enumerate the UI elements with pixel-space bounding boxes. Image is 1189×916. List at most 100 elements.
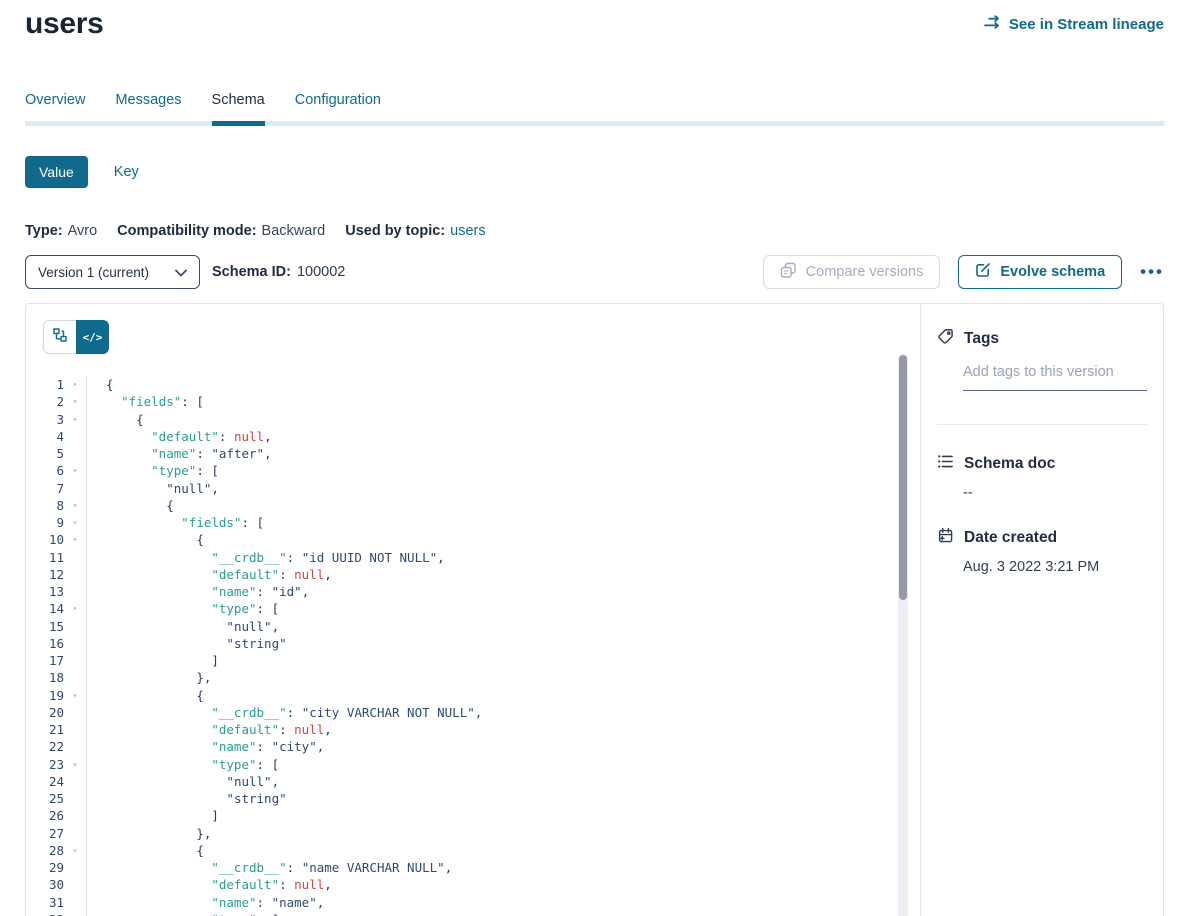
code-line: 18 }, [26, 669, 920, 686]
evolve-schema-button[interactable]: Evolve schema [958, 255, 1122, 289]
code-line: 22 "name": "city", [26, 738, 920, 755]
tab-configuration[interactable]: Configuration [295, 92, 381, 121]
line-number: 16 [26, 635, 64, 652]
code-line: 32▾ "type": [ [26, 911, 920, 916]
key-tab-button[interactable]: Key [114, 164, 139, 180]
schema-doc-title: Schema doc [964, 455, 1055, 473]
fold-spacer [64, 790, 86, 807]
line-number: 3 [26, 411, 64, 428]
code-line: 29 "__crdb__": "name VARCHAR NULL", [26, 859, 920, 876]
schema-id: Schema ID: 100002 [212, 264, 345, 280]
fold-arrow-icon[interactable]: ▾ [64, 411, 86, 428]
code-line: 3▾ { [26, 411, 920, 428]
tags-section-header: Tags [937, 328, 1147, 350]
code-line: 27 }, [26, 825, 920, 842]
code-line-text: "string" [86, 635, 920, 652]
code-line: 1▾{ [26, 376, 920, 393]
line-number: 25 [26, 790, 64, 807]
code-line-text: "type": [ [86, 911, 920, 916]
schema-doc-section-header: Schema doc [937, 453, 1147, 475]
fold-spacer [64, 669, 86, 686]
fold-arrow-icon[interactable]: ▾ [64, 376, 86, 393]
schema-id-label: Schema ID: [212, 264, 291, 280]
fold-spacer [64, 704, 86, 721]
code-editor[interactable]: 1▾{2▾ "fields": [3▾ {4 "default": null,5… [26, 354, 920, 916]
fold-spacer [64, 807, 86, 824]
code-line: 12 "default": null, [26, 566, 920, 583]
fold-arrow-icon[interactable]: ▾ [64, 393, 86, 410]
fold-arrow-icon[interactable]: ▾ [64, 462, 86, 479]
more-actions-button[interactable]: ••• [1140, 255, 1164, 289]
code-line-text: "null", [86, 773, 920, 790]
code-line-text: ] [86, 807, 920, 824]
code-line-text: { [86, 687, 920, 704]
line-number: 14 [26, 600, 64, 617]
fold-spacer [64, 480, 86, 497]
fold-arrow-icon[interactable]: ▾ [64, 497, 86, 514]
code-line: 24 "null", [26, 773, 920, 790]
tab-overview[interactable]: Overview [25, 92, 85, 121]
fold-arrow-icon[interactable]: ▾ [64, 514, 86, 531]
line-number: 22 [26, 738, 64, 755]
evolve-schema-label: Evolve schema [1000, 264, 1105, 280]
schema-code-pane: </> 1▾{2▾ "fields": [3▾ {4 "default": nu… [26, 304, 920, 916]
fold-spacer [64, 876, 86, 893]
code-line: 19▾ { [26, 687, 920, 704]
code-line-text: "type": [ [86, 462, 920, 479]
compare-versions-icon [780, 262, 797, 283]
compare-versions-button[interactable]: Compare versions [763, 255, 941, 289]
line-number: 7 [26, 480, 64, 497]
code-line: 23▾ "type": [ [26, 756, 920, 773]
code-line: 31 "name": "name", [26, 894, 920, 911]
code-line: 2▾ "fields": [ [26, 393, 920, 410]
fold-arrow-icon[interactable]: ▾ [64, 600, 86, 617]
line-number: 28 [26, 842, 64, 859]
code-line-text: ] [86, 652, 920, 669]
add-tags-input[interactable] [963, 362, 1147, 391]
line-number: 31 [26, 894, 64, 911]
code-line-text: "type": [ [86, 756, 920, 773]
code-line: 14▾ "type": [ [26, 600, 920, 617]
code-line-text: "default": null, [86, 428, 920, 445]
line-number: 6 [26, 462, 64, 479]
code-view-button[interactable]: </> [76, 320, 109, 354]
stream-lineage-icon [984, 15, 1002, 33]
line-number: 10 [26, 531, 64, 548]
value-tab-button[interactable]: Value [25, 156, 88, 188]
version-select-value: Version 1 (current) [38, 265, 149, 280]
stream-lineage-link[interactable]: See in Stream lineage [984, 15, 1164, 33]
code-line: 4 "default": null, [26, 428, 920, 445]
meta-value-link[interactable]: users [450, 223, 485, 239]
code-line: 17 ] [26, 652, 920, 669]
tab-schema[interactable]: Schema [212, 92, 265, 121]
fold-spacer [64, 566, 86, 583]
date-created-title: Date created [964, 529, 1057, 547]
code-line: 28▾ { [26, 842, 920, 859]
fold-arrow-icon[interactable]: ▾ [64, 756, 86, 773]
code-line: 26 ] [26, 807, 920, 824]
code-line-text: "__crdb__": "id UUID NOT NULL", [86, 549, 920, 566]
code-line-text: "null", [86, 618, 920, 635]
code-line: 30 "default": null, [26, 876, 920, 893]
key-value-toggle: Value Key [25, 156, 1164, 188]
tree-view-button[interactable] [43, 320, 76, 354]
code-line: 9▾ "fields": [ [26, 514, 920, 531]
code-line-text: "default": null, [86, 876, 920, 893]
code-line: 11 "__crdb__": "id UUID NOT NULL", [26, 549, 920, 566]
code-scrollbar-thumb[interactable] [899, 355, 907, 600]
code-line: 7 "null", [26, 480, 920, 497]
code-line: 13 "name": "id", [26, 583, 920, 600]
code-view-icon: </> [83, 331, 103, 344]
meta-label: Used by topic: [345, 223, 445, 239]
tab-messages[interactable]: Messages [115, 92, 181, 121]
code-line-text: "__crdb__": "name VARCHAR NULL", [86, 859, 920, 876]
version-select[interactable]: Version 1 (current) [25, 255, 200, 289]
fold-arrow-icon[interactable]: ▾ [64, 911, 86, 916]
code-line-text: "fields": [ [86, 393, 920, 410]
list-icon [937, 453, 954, 475]
meta-item: Compatibility mode:Backward [117, 223, 325, 239]
compare-versions-label: Compare versions [806, 264, 924, 280]
fold-arrow-icon[interactable]: ▾ [64, 842, 86, 859]
fold-arrow-icon[interactable]: ▾ [64, 531, 86, 548]
fold-arrow-icon[interactable]: ▾ [64, 687, 86, 704]
